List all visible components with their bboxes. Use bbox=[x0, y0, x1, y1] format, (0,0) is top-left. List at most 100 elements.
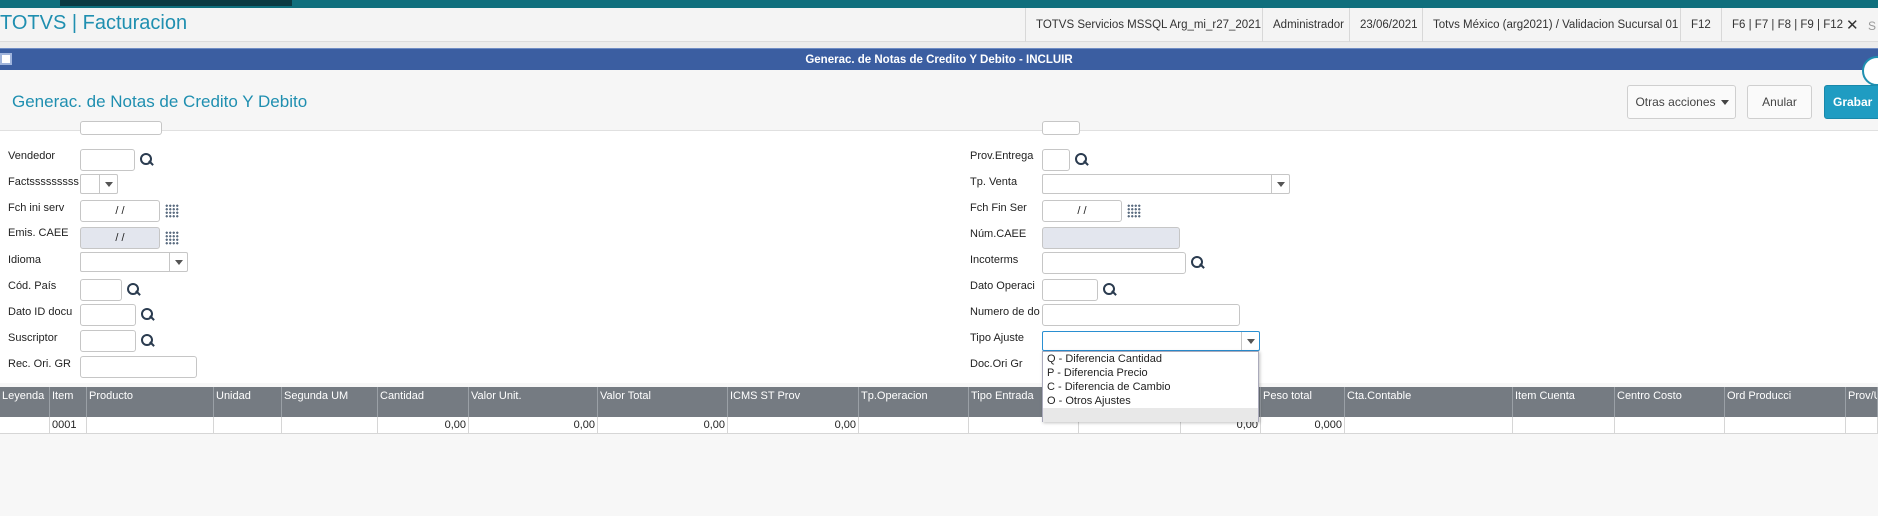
form-header: Generac. de Notas de Credito Y Debito Ot… bbox=[0, 70, 1878, 131]
fch-fin-input[interactable]: / / bbox=[1042, 200, 1122, 222]
cell-leyenda[interactable] bbox=[0, 417, 50, 434]
cell-icms-st-prov[interactable]: 0,00 bbox=[728, 417, 859, 434]
date-info[interactable]: 23/06/2021 bbox=[1349, 8, 1428, 42]
tipo-ajuste-dropdown: Q - Diferencia Cantidad P - Diferencia P… bbox=[1042, 351, 1259, 422]
cell-producto[interactable] bbox=[87, 417, 214, 434]
col-peso-total[interactable]: Peso total bbox=[1261, 387, 1345, 417]
col-valor-unit[interactable]: Valor Unit. bbox=[469, 387, 598, 417]
form-fields-area: Vendedor Factsssssssss Fch ini serv / / … bbox=[0, 121, 1878, 383]
chevron-down-icon bbox=[1241, 332, 1259, 350]
grabar-button[interactable]: Grabar bbox=[1824, 85, 1878, 119]
col-tp-operacion[interactable]: Tp.Operacion bbox=[859, 387, 969, 417]
branch-info[interactable]: Totvs México (arg2021) / Validacion Sucu… bbox=[1422, 8, 1688, 42]
search-icon[interactable] bbox=[1103, 283, 1117, 297]
option-diferencia-precio[interactable]: P - Diferencia Precio bbox=[1043, 366, 1258, 380]
otras-acciones-label: Otras acciones bbox=[1635, 95, 1716, 109]
otras-acciones-button[interactable]: Otras acciones bbox=[1627, 85, 1736, 119]
dato-operaci-input[interactable] bbox=[1042, 279, 1098, 301]
search-icon[interactable] bbox=[127, 283, 141, 297]
col-icms-st-prov[interactable]: ICMS ST Prov bbox=[728, 387, 859, 417]
table-row[interactable]: 0001 0,00 0,00 0,00 0,00 0,00 0,000 bbox=[0, 417, 1878, 434]
emis-caee-label: Emis. CAEE bbox=[8, 227, 69, 239]
environment-info[interactable]: TOTVS Servicios MSSQL Arg_mi_r27_2021 bbox=[1025, 8, 1271, 42]
cell-valor-total[interactable]: 0,00 bbox=[598, 417, 728, 434]
function-keys[interactable]: F6 | F7 | F8 | F9 | F12 bbox=[1721, 8, 1853, 42]
cod-pais-label: Cód. País bbox=[8, 280, 57, 292]
cell-cantidad[interactable]: 0,00 bbox=[378, 417, 469, 434]
f12-shortcut[interactable]: F12 bbox=[1680, 8, 1721, 42]
calendar-icon[interactable] bbox=[165, 231, 179, 245]
col-ord-producci[interactable]: Ord Producci bbox=[1725, 387, 1846, 417]
close-icon[interactable]: ✕ bbox=[1846, 16, 1859, 34]
col-producto[interactable]: Producto bbox=[87, 387, 214, 417]
top-strip bbox=[0, 0, 1878, 8]
col-unidad[interactable]: Unidad bbox=[214, 387, 282, 417]
incoterms-label: Incoterms bbox=[970, 254, 1019, 266]
search-icon[interactable] bbox=[141, 308, 155, 322]
search-icon[interactable] bbox=[1191, 256, 1205, 270]
search-icon[interactable] bbox=[140, 153, 154, 167]
col-item[interactable]: Item bbox=[50, 387, 87, 417]
col-cantidad[interactable]: Cantidad bbox=[378, 387, 469, 417]
numero-do-label: Numero de do bbox=[970, 306, 1040, 318]
dato-id-input[interactable] bbox=[80, 304, 136, 326]
cell-tp-operacion[interactable] bbox=[859, 417, 969, 434]
tipo-ajuste-label: Tipo Ajuste bbox=[970, 332, 1025, 344]
cell-item[interactable]: 0001 bbox=[50, 417, 87, 434]
col-leyenda[interactable]: Leyenda bbox=[0, 387, 50, 417]
cell-valor-unit[interactable]: 0,00 bbox=[469, 417, 598, 434]
anular-button[interactable]: Anular bbox=[1747, 85, 1812, 119]
numero-do-input[interactable] bbox=[1042, 304, 1240, 326]
cell-centro-costo[interactable] bbox=[1615, 417, 1725, 434]
incoterms-input[interactable] bbox=[1042, 252, 1186, 274]
prov-entrega-label: Prov.Entrega bbox=[970, 150, 1034, 162]
facts-select[interactable] bbox=[80, 174, 118, 194]
col-centro-costo[interactable]: Centro Costo bbox=[1615, 387, 1725, 417]
rec-ori-label: Rec. Ori. GR bbox=[8, 358, 71, 370]
rec-ori-input[interactable] bbox=[80, 356, 197, 378]
tp-venta-label: Tp. Venta bbox=[970, 176, 1018, 188]
tipo-ajuste-select[interactable] bbox=[1042, 331, 1260, 351]
chevron-down-icon bbox=[99, 175, 117, 193]
col-item-cuenta[interactable]: Item Cuenta bbox=[1513, 387, 1615, 417]
form-title: Generac. de Notas de Credito Y Debito bbox=[12, 92, 308, 111]
fch-ini-input[interactable]: / / bbox=[80, 200, 160, 222]
cell-ord-producci[interactable] bbox=[1725, 417, 1846, 434]
cod-pais-input[interactable] bbox=[80, 279, 122, 301]
dato-id-label: Dato ID docu bbox=[8, 306, 73, 318]
tp-venta-select[interactable] bbox=[1042, 174, 1290, 194]
idioma-select[interactable] bbox=[80, 252, 188, 272]
cell-prov-u[interactable] bbox=[1846, 417, 1878, 434]
option-diferencia-cambio[interactable]: C - Diferencia de Cambio bbox=[1043, 380, 1258, 394]
option-otros-ajustes[interactable]: O - Otros Ajustes bbox=[1043, 394, 1258, 408]
cell-peso-total[interactable]: 0,000 bbox=[1261, 417, 1345, 434]
col-cta-contable[interactable]: Cta.Contable bbox=[1345, 387, 1513, 417]
col-segunda-um[interactable]: Segunda UM bbox=[282, 387, 378, 417]
suscriptor-input[interactable] bbox=[80, 330, 136, 352]
prov-entrega-input[interactable] bbox=[1042, 149, 1070, 171]
search-icon[interactable] bbox=[141, 334, 155, 348]
vendedor-input[interactable] bbox=[80, 149, 135, 171]
num-caee-label: Núm.CAEE bbox=[970, 228, 1027, 240]
num-caee-input[interactable] bbox=[1042, 227, 1180, 249]
col-prov-u[interactable]: Prov/U bbox=[1846, 387, 1878, 417]
cell-cta-contable[interactable] bbox=[1345, 417, 1513, 434]
window-titlebar: Generac. de Notas de Credito Y Debito - … bbox=[0, 48, 1878, 70]
calendar-icon[interactable] bbox=[1127, 204, 1141, 218]
window-icon bbox=[0, 53, 12, 65]
idioma-label: Idioma bbox=[8, 254, 42, 266]
partial-input[interactable] bbox=[80, 121, 162, 135]
emis-caee-input[interactable]: / / bbox=[80, 227, 160, 249]
user-info[interactable]: Administrador bbox=[1262, 8, 1354, 42]
calendar-icon[interactable] bbox=[165, 204, 179, 218]
col-valor-total[interactable]: Valor Total bbox=[598, 387, 728, 417]
cell-unidad[interactable] bbox=[214, 417, 282, 434]
search-icon[interactable] bbox=[1075, 153, 1089, 167]
option-diferencia-cantidad[interactable]: Q - Diferencia Cantidad bbox=[1043, 352, 1258, 366]
cell-item-cuenta[interactable] bbox=[1513, 417, 1615, 434]
cell-segunda-um[interactable] bbox=[282, 417, 378, 434]
doc-ori-label: Doc.Ori Gr bbox=[970, 358, 1023, 370]
vendedor-label: Vendedor bbox=[8, 150, 56, 162]
partial-input-right[interactable] bbox=[1042, 121, 1080, 135]
fch-ini-label: Fch ini serv bbox=[8, 202, 65, 214]
